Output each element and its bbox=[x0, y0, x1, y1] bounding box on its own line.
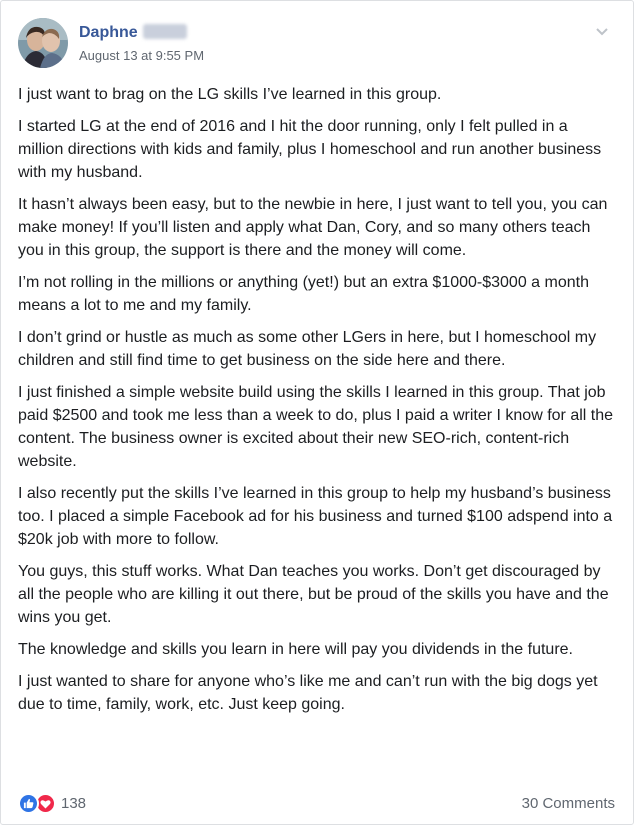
reaction-count[interactable]: 138 bbox=[61, 795, 86, 812]
post-paragraph: You guys, this stuff works. What Dan tea… bbox=[18, 563, 609, 626]
post-card: Daphne August 13 at 9:55 PM I just want … bbox=[0, 0, 634, 825]
reactions-summary[interactable]: 138 bbox=[18, 793, 86, 814]
author-name-text[interactable]: Daphne bbox=[79, 24, 138, 41]
post-paragraph: I don’t grind or hustle as much as some … bbox=[18, 329, 597, 369]
author-avatar[interactable] bbox=[18, 18, 68, 68]
post-timestamp[interactable]: August 13 at 9:55 PM bbox=[79, 48, 204, 63]
post-paragraph: I also recently put the skills I’ve lear… bbox=[18, 485, 613, 548]
post-paragraph: I’m not rolling in the millions or anyth… bbox=[18, 274, 589, 314]
post-paragraph: It hasn’t always been easy, but to the n… bbox=[18, 196, 608, 259]
post-paragraph: I just want to brag on the LG skills I’v… bbox=[18, 86, 442, 103]
post-paragraph: The knowledge and skills you learn in he… bbox=[18, 641, 573, 658]
post-footer: 138 30 Comments bbox=[18, 791, 615, 817]
post-header: Daphne August 13 at 9:55 PM bbox=[18, 18, 616, 72]
post-paragraph: I just wanted to share for anyone who’s … bbox=[18, 673, 598, 713]
comments-link[interactable]: 30 Comments bbox=[522, 795, 615, 812]
like-icon[interactable] bbox=[18, 793, 39, 814]
post-paragraph: I just finished a simple website build u… bbox=[18, 384, 614, 470]
post-body: I just want to brag on the LG skills I’v… bbox=[18, 83, 616, 725]
author-name[interactable]: Daphne bbox=[79, 24, 187, 42]
post-paragraph: I started LG at the end of 2016 and I hi… bbox=[18, 118, 602, 181]
chevron-down-icon[interactable] bbox=[594, 24, 610, 36]
redacted-surname bbox=[142, 24, 187, 39]
